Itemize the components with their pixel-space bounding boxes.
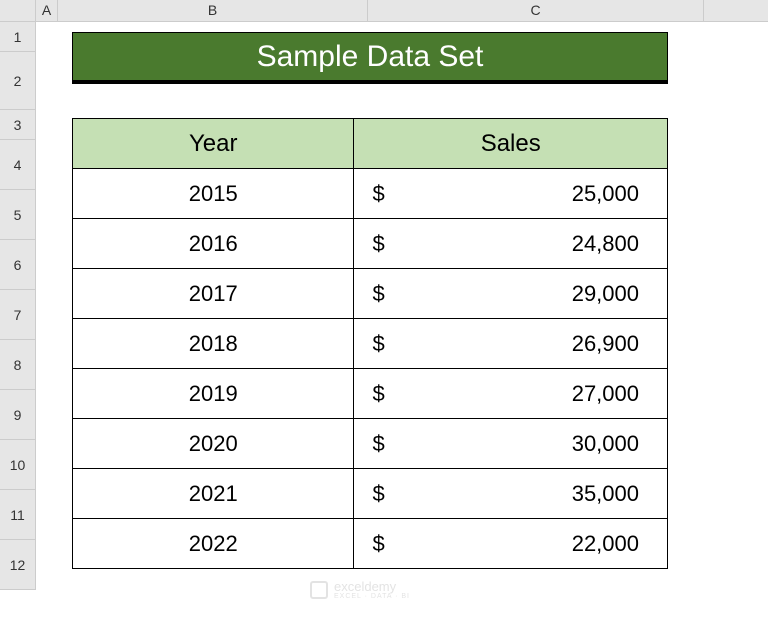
row-header-2[interactable]: 2 bbox=[0, 52, 35, 110]
row-header-12[interactable]: 12 bbox=[0, 540, 35, 590]
sales-value: 26,900 bbox=[572, 331, 639, 357]
table-row[interactable]: 2016 $ 24,800 bbox=[73, 219, 668, 269]
row-header-9[interactable]: 9 bbox=[0, 390, 35, 440]
table-row[interactable]: 2021 $ 35,000 bbox=[73, 469, 668, 519]
cell-year[interactable]: 2022 bbox=[73, 519, 354, 569]
sales-value: 25,000 bbox=[572, 181, 639, 207]
cell-year[interactable]: 2017 bbox=[73, 269, 354, 319]
cell-sales[interactable]: $ 27,000 bbox=[354, 369, 668, 419]
currency-symbol: $ bbox=[372, 281, 384, 307]
watermark: exceldemy EXCEL · DATA · BI bbox=[310, 580, 410, 600]
cell-sales[interactable]: $ 35,000 bbox=[354, 469, 668, 519]
row-header-4[interactable]: 4 bbox=[0, 140, 35, 190]
row-header-11[interactable]: 11 bbox=[0, 490, 35, 540]
header-year[interactable]: Year bbox=[73, 119, 354, 169]
table-row[interactable]: 2020 $ 30,000 bbox=[73, 419, 668, 469]
table-row[interactable]: 2015 $ 25,000 bbox=[73, 169, 668, 219]
cell-year[interactable]: 2019 bbox=[73, 369, 354, 419]
spreadsheet-grid: A B C 1 2 3 4 5 6 7 8 9 10 11 12 Sample … bbox=[0, 0, 768, 633]
cell-sales[interactable]: $ 26,900 bbox=[354, 319, 668, 369]
col-header-b[interactable]: B bbox=[58, 0, 368, 21]
title-banner[interactable]: Sample Data Set bbox=[72, 32, 668, 84]
data-table: Year Sales 2015 $ 25,000 2016 $ bbox=[72, 118, 668, 569]
sales-value: 27,000 bbox=[572, 381, 639, 407]
row-headers-col: 1 2 3 4 5 6 7 8 9 10 11 12 bbox=[0, 22, 36, 590]
cell-sales[interactable]: $ 24,800 bbox=[354, 219, 668, 269]
currency-symbol: $ bbox=[372, 431, 384, 457]
watermark-tagline: EXCEL · DATA · BI bbox=[334, 593, 410, 600]
cell-sales[interactable]: $ 30,000 bbox=[354, 419, 668, 469]
currency-symbol: $ bbox=[372, 231, 384, 257]
row-header-3[interactable]: 3 bbox=[0, 110, 35, 140]
table-row[interactable]: 2017 $ 29,000 bbox=[73, 269, 668, 319]
row-header-1[interactable]: 1 bbox=[0, 22, 35, 52]
row-header-10[interactable]: 10 bbox=[0, 440, 35, 490]
cell-year[interactable]: 2020 bbox=[73, 419, 354, 469]
row-header-8[interactable]: 8 bbox=[0, 340, 35, 390]
col-header-c[interactable]: C bbox=[368, 0, 704, 21]
header-sales[interactable]: Sales bbox=[354, 119, 668, 169]
cell-year[interactable]: 2015 bbox=[73, 169, 354, 219]
currency-symbol: $ bbox=[372, 531, 384, 557]
table-row[interactable]: 2022 $ 22,000 bbox=[73, 519, 668, 569]
row-header-7[interactable]: 7 bbox=[0, 290, 35, 340]
row-header-5[interactable]: 5 bbox=[0, 190, 35, 240]
cell-year[interactable]: 2018 bbox=[73, 319, 354, 369]
currency-symbol: $ bbox=[372, 331, 384, 357]
cell-sales[interactable]: $ 22,000 bbox=[354, 519, 668, 569]
row-header-6[interactable]: 6 bbox=[0, 240, 35, 290]
table-row[interactable]: 2018 $ 26,900 bbox=[73, 319, 668, 369]
currency-symbol: $ bbox=[372, 381, 384, 407]
col-header-a[interactable]: A bbox=[36, 0, 58, 21]
sales-value: 35,000 bbox=[572, 481, 639, 507]
currency-symbol: $ bbox=[372, 481, 384, 507]
watermark-brand: exceldemy bbox=[334, 580, 410, 593]
sales-value: 22,000 bbox=[572, 531, 639, 557]
cell-sales[interactable]: $ 29,000 bbox=[354, 269, 668, 319]
cell-year[interactable]: 2021 bbox=[73, 469, 354, 519]
cell-year[interactable]: 2016 bbox=[73, 219, 354, 269]
cell-sales[interactable]: $ 25,000 bbox=[354, 169, 668, 219]
sales-value: 29,000 bbox=[572, 281, 639, 307]
table-row[interactable]: 2019 $ 27,000 bbox=[73, 369, 668, 419]
currency-symbol: $ bbox=[372, 181, 384, 207]
select-all-corner[interactable] bbox=[0, 0, 36, 21]
sales-value: 30,000 bbox=[572, 431, 639, 457]
column-headers-row: A B C bbox=[0, 0, 768, 22]
logo-icon bbox=[310, 581, 328, 599]
sales-value: 24,800 bbox=[572, 231, 639, 257]
